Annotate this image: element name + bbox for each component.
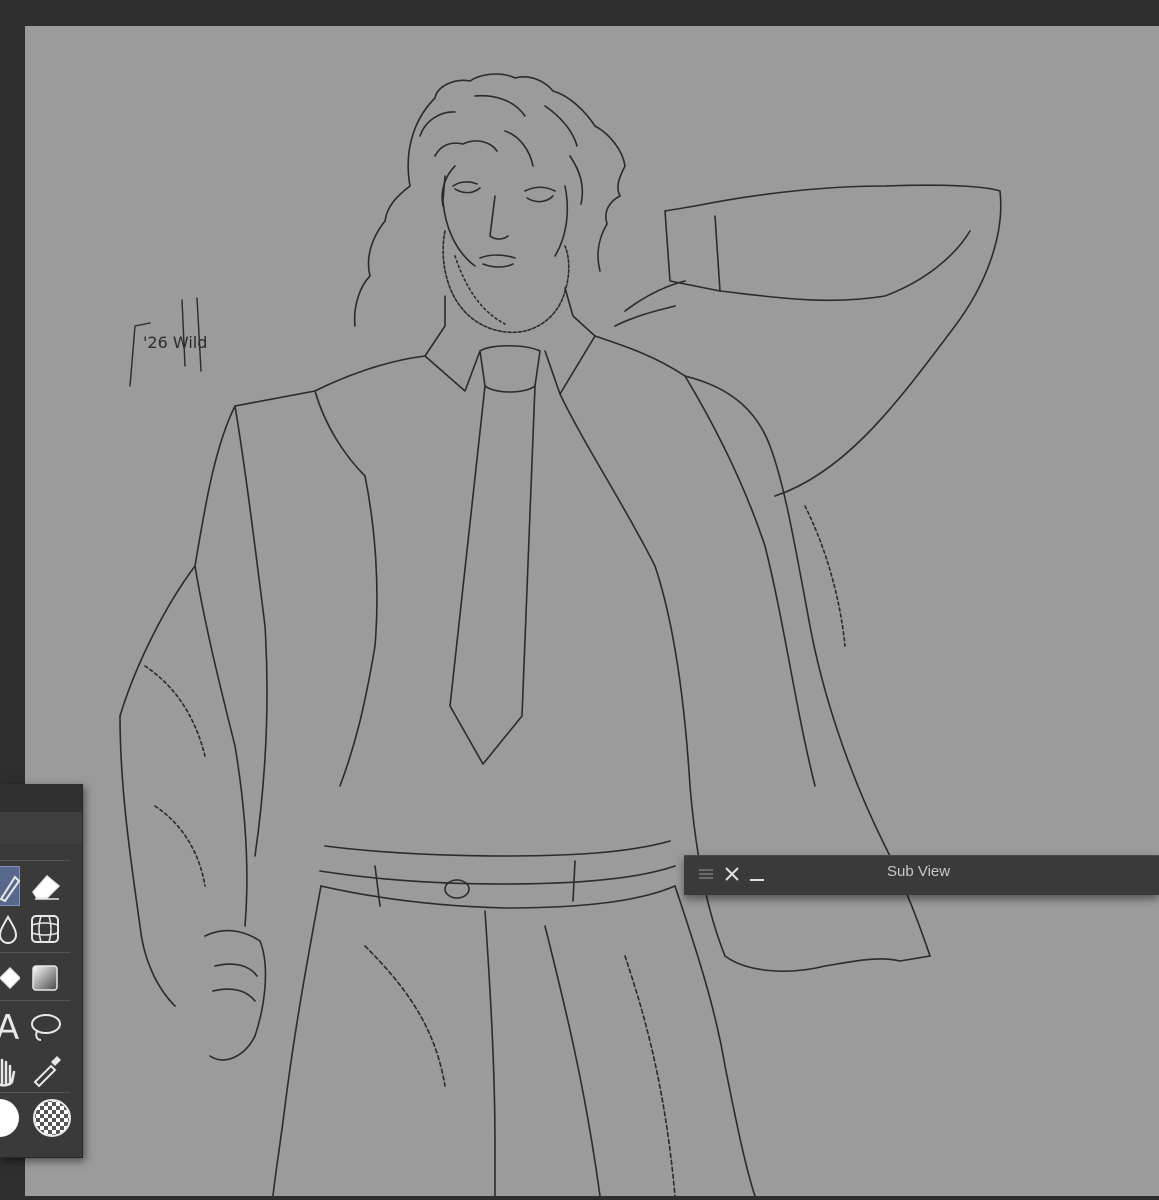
blend-drop-icon (0, 915, 18, 944)
sub-view-panel[interactable]: Sub View (684, 855, 1159, 895)
hamburger-menu-icon[interactable] (696, 864, 716, 884)
fill-bucket-icon (0, 966, 22, 990)
gradient-icon (32, 965, 58, 991)
mesh-transform-button[interactable] (25, 909, 65, 949)
close-icon[interactable] (722, 864, 742, 884)
mesh-transform-icon (31, 915, 59, 943)
transparent-color-button[interactable] (32, 1098, 72, 1138)
transparent-color-swatch (33, 1099, 71, 1137)
tool-palette: A (0, 784, 83, 1158)
main-color-swatch (0, 1099, 19, 1137)
fill-tool-button[interactable] (0, 958, 22, 998)
lasso-icon (31, 1014, 61, 1041)
divider (0, 1000, 70, 1001)
pen-tool-button[interactable] (0, 866, 21, 906)
eraser-tool-button[interactable] (25, 866, 65, 906)
pen-icon (0, 875, 21, 903)
sub-view-title: Sub View (887, 863, 951, 880)
palette-header[interactable] (0, 784, 82, 812)
text-icon: A (0, 1008, 20, 1048)
hand-tool-button[interactable] (0, 1050, 20, 1090)
hand-icon (0, 1058, 16, 1087)
sketch-artwork: '26 Wild (119, 73, 1002, 1196)
eyedropper-tool-button[interactable] (25, 1050, 65, 1090)
main-color-button[interactable] (0, 1098, 20, 1138)
divider (0, 860, 70, 861)
lasso-tool-button[interactable] (25, 1006, 65, 1046)
eyedropper-icon (33, 1056, 61, 1088)
drawing-canvas[interactable]: '26 Wild (25, 26, 1159, 1196)
minimize-icon[interactable] (747, 864, 767, 884)
divider (0, 952, 70, 953)
eraser-icon (32, 874, 61, 900)
blend-tool-button[interactable] (0, 909, 20, 949)
divider (0, 1092, 70, 1093)
gradient-tool-button[interactable] (25, 958, 65, 998)
text-tool-button[interactable]: A (0, 1006, 20, 1048)
signature-year: '26 Wild (143, 333, 207, 352)
palette-subtool-bar[interactable] (0, 812, 82, 844)
